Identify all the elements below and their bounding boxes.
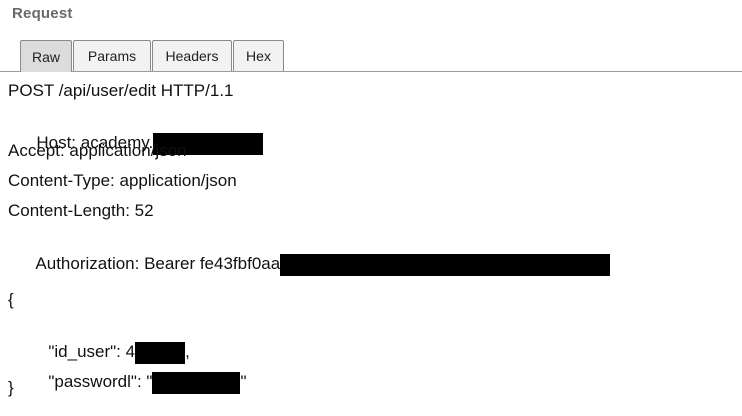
content-type-header-line: Content-Type: application/json xyxy=(8,171,237,190)
id-user-line: "id_user": 4, xyxy=(20,319,190,364)
tab-hex[interactable]: Hex xyxy=(233,40,284,71)
authorization-header-line: Authorization: Bearer fe43fbf0aa xyxy=(8,231,611,276)
tab-strip: Raw Params Headers Hex xyxy=(0,36,742,72)
tab-raw[interactable]: Raw xyxy=(20,40,72,72)
host-header-line: Host: academy. xyxy=(8,110,264,155)
tab-params[interactable]: Params xyxy=(73,40,151,71)
password-line: "passwordl": " " xyxy=(20,349,246,394)
redaction-box xyxy=(152,371,241,394)
body-open-brace: { xyxy=(8,290,14,309)
request-panel: Request Raw Params Headers Hex POST /api… xyxy=(0,0,742,403)
body-close-brace: } xyxy=(8,378,14,397)
request-line: POST /api/user/edit HTTP/1.1 xyxy=(8,81,234,100)
authorization-header-text: Authorization: Bearer fe43fbf0aa xyxy=(35,254,281,273)
password-suffix: " xyxy=(240,372,247,391)
accept-header-line: Accept: application/json xyxy=(8,141,187,160)
password-text: "passwordl": " xyxy=(48,372,153,391)
tab-headers[interactable]: Headers xyxy=(152,40,232,71)
redaction-box xyxy=(280,253,611,276)
panel-title: Request xyxy=(12,5,73,22)
raw-request-editor[interactable]: POST /api/user/edit HTTP/1.1 Host: acade… xyxy=(0,76,742,403)
content-length-header-line: Content-Length: 52 xyxy=(8,201,154,220)
